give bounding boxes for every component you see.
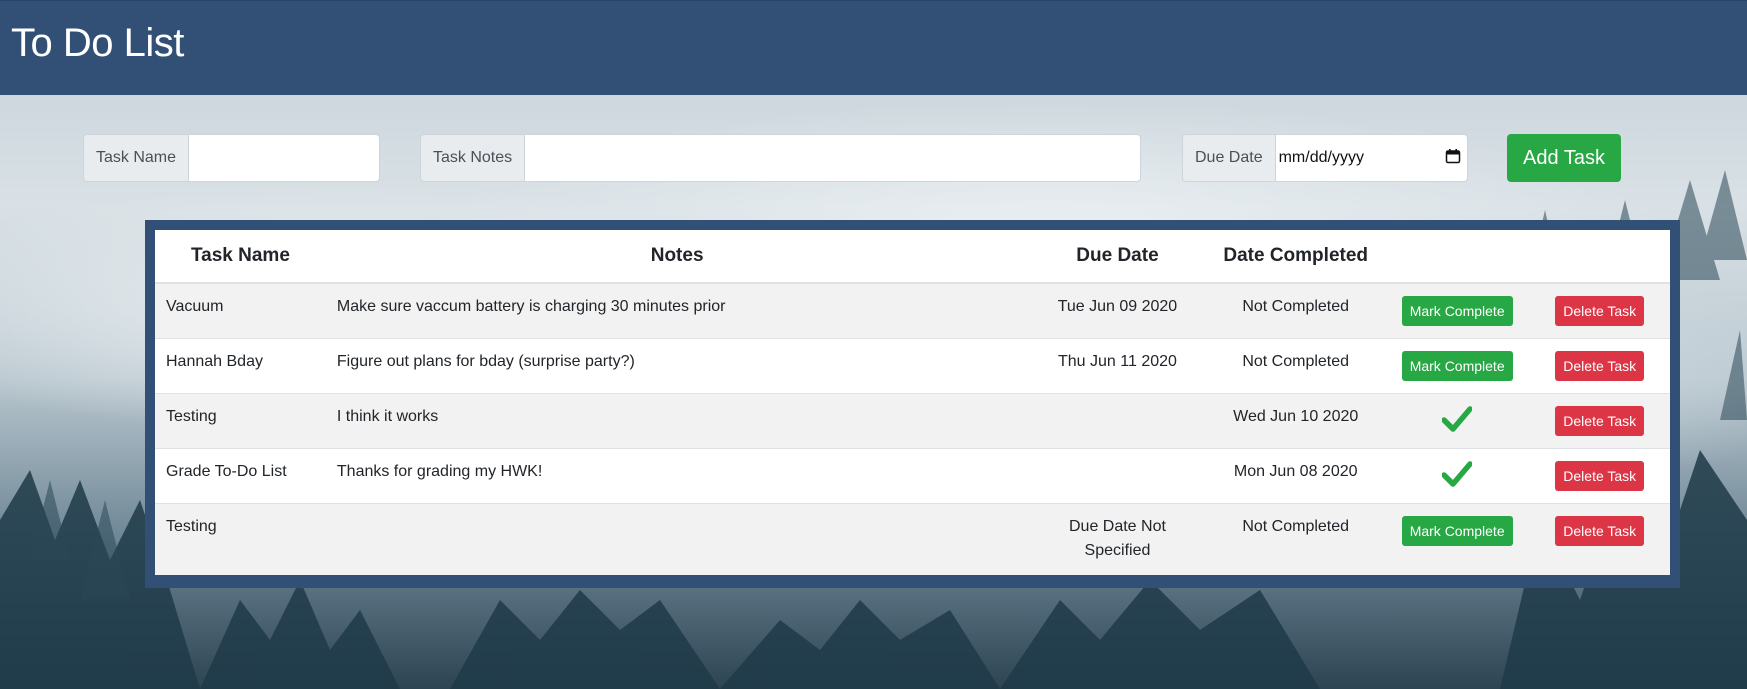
task-notes-input[interactable]	[524, 134, 1142, 182]
mark-cell	[1384, 392, 1530, 448]
delete-cell: Delete Task	[1529, 337, 1670, 393]
date-completed-cell: Wed Jun 10 2020	[1206, 392, 1385, 448]
task-name-cell: Testing	[155, 502, 326, 575]
column-header-task-name: Task Name	[155, 230, 326, 284]
delete-cell: Delete Task	[1529, 447, 1670, 503]
mark-cell	[1384, 447, 1530, 503]
checkmark-icon	[1441, 405, 1473, 437]
mark-complete-button[interactable]: Mark Complete	[1401, 350, 1513, 381]
due-date-group: Due Date mm/dd/yyyy	[1182, 134, 1468, 182]
due-date-placeholder: mm/dd/yyyy	[1278, 149, 1364, 166]
delete-task-button[interactable]: Delete Task	[1555, 460, 1645, 491]
delete-task-button[interactable]: Delete Task	[1555, 405, 1645, 436]
due-date-label: Due Date	[1182, 134, 1275, 182]
add-task-button[interactable]: Add Task	[1507, 134, 1621, 182]
task-name-cell: Hannah Bday	[155, 337, 326, 393]
delete-cell: Delete Task	[1529, 282, 1670, 338]
mark-cell: Mark Complete	[1384, 282, 1530, 338]
table-row: Vacuum Make sure vaccum battery is charg…	[155, 282, 1670, 338]
column-header-date-completed: Date Completed	[1206, 230, 1385, 284]
date-completed-cell: Mon Jun 08 2020	[1206, 447, 1385, 503]
task-name-cell: Vacuum	[155, 282, 326, 338]
page-title: To Do List	[11, 21, 184, 65]
table-row: Grade To-Do List Thanks for grading my H…	[155, 447, 1670, 503]
task-name-input[interactable]	[188, 134, 381, 182]
date-completed-cell: Not Completed	[1206, 502, 1385, 575]
column-header-notes: Notes	[325, 230, 1029, 284]
mark-complete-button[interactable]: Mark Complete	[1401, 296, 1513, 326]
task-notes-group: Task Notes	[420, 134, 1142, 182]
task-table: Task Name Notes Due Date Date Completed …	[155, 230, 1670, 575]
delete-task-button[interactable]: Delete Task	[1555, 515, 1645, 546]
task-notes-cell	[325, 502, 1029, 575]
mark-cell: Mark Complete	[1384, 337, 1530, 393]
due-date-cell: Due Date Not Specified	[1028, 502, 1207, 575]
task-notes-label: Task Notes	[420, 134, 525, 182]
date-completed-cell: Not Completed	[1206, 337, 1385, 393]
delete-cell: Delete Task	[1529, 502, 1670, 575]
table-header-row: Task Name Notes Due Date Date Completed	[155, 230, 1670, 284]
table-row: Testing Due Date Not Specified Not Compl…	[155, 502, 1670, 575]
table-row: Testing I think it works Wed Jun 10 2020…	[155, 392, 1670, 448]
task-notes-cell: Thanks for grading my HWK!	[325, 447, 1029, 503]
task-notes-cell: Figure out plans for bday (surprise part…	[325, 337, 1029, 393]
due-date-cell	[1028, 447, 1207, 503]
column-header-mark	[1384, 230, 1530, 284]
task-name-label: Task Name	[83, 134, 189, 182]
calendar-icon[interactable]	[1445, 148, 1461, 169]
task-name-cell: Testing	[155, 392, 326, 448]
delete-task-button[interactable]: Delete Task	[1555, 296, 1645, 326]
delete-cell: Delete Task	[1529, 392, 1670, 448]
due-date-input[interactable]: mm/dd/yyyy	[1274, 134, 1468, 182]
checkmark-icon	[1441, 460, 1473, 492]
table-row: Hannah Bday Figure out plans for bday (s…	[155, 337, 1670, 393]
due-date-cell: Thu Jun 11 2020	[1028, 337, 1207, 393]
task-notes-cell: Make sure vaccum battery is charging 30 …	[325, 282, 1029, 338]
task-notes-cell: I think it works	[325, 392, 1029, 448]
date-completed-cell: Not Completed	[1206, 282, 1385, 338]
column-header-due-date: Due Date	[1028, 230, 1207, 284]
due-date-cell	[1028, 392, 1207, 448]
task-name-cell: Grade To-Do List	[155, 447, 326, 503]
task-table-frame: Task Name Notes Due Date Date Completed …	[145, 220, 1680, 588]
task-name-group: Task Name	[83, 134, 381, 182]
mark-cell: Mark Complete	[1384, 502, 1530, 575]
app-header: To Do List	[0, 0, 1747, 95]
column-header-delete	[1529, 230, 1670, 284]
due-date-cell: Tue Jun 09 2020	[1028, 282, 1207, 338]
mark-complete-button[interactable]: Mark Complete	[1401, 515, 1513, 546]
delete-task-button[interactable]: Delete Task	[1555, 350, 1645, 381]
